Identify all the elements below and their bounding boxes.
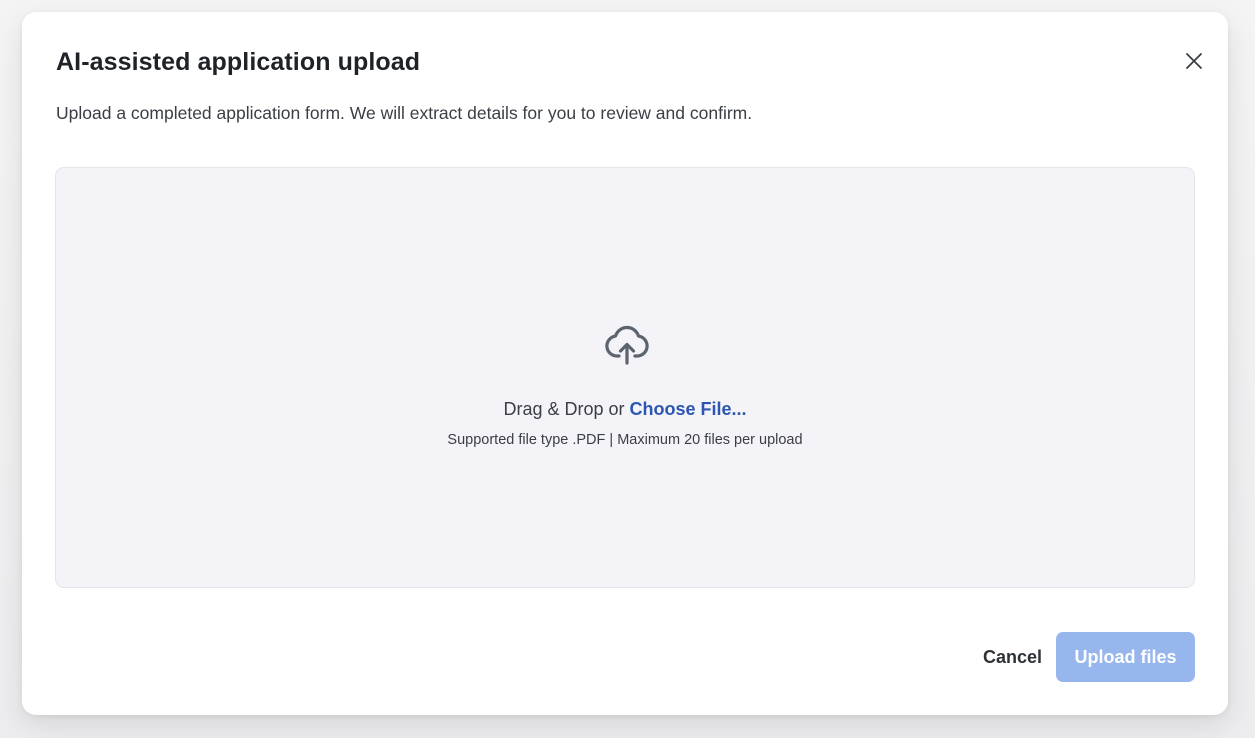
cloud-upload-icon (602, 320, 652, 368)
file-type-hint: Supported file type .PDF | Maximum 20 fi… (447, 432, 803, 448)
dialog-title: AI-assisted application upload (56, 48, 421, 76)
drag-drop-text: Drag & Drop or Choose File... (56, 399, 1194, 420)
dialog-subtitle: Upload a completed application form. We … (56, 103, 753, 123)
choose-file-link[interactable]: Choose File... (630, 399, 747, 419)
drag-drop-label: Drag & Drop or (503, 399, 630, 419)
cancel-button[interactable]: Cancel (983, 632, 1056, 682)
upload-files-button[interactable]: Upload files (1056, 632, 1195, 682)
dialog-footer: Cancel Upload files (983, 632, 1195, 682)
close-button[interactable] (1182, 50, 1206, 74)
file-dropzone[interactable]: Drag & Drop or Choose File... Supported … (55, 167, 1195, 588)
upload-dialog: AI-assisted application upload Upload a … (22, 12, 1228, 715)
close-icon (1185, 52, 1203, 73)
